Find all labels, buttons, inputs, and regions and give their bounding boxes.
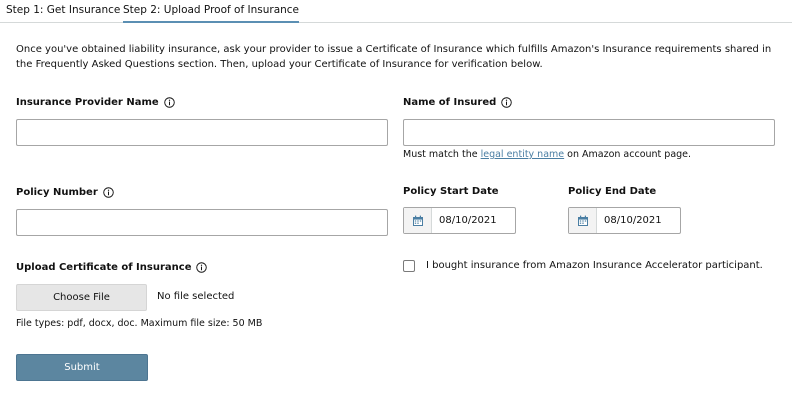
amazon-insurance-accelerator-label[interactable]: I bought insurance from Amazon Insurance… bbox=[426, 260, 763, 271]
provider-name-label: Insurance Provider Name bbox=[16, 97, 175, 108]
upload-certificate-label-text: Upload Certificate of Insurance bbox=[16, 262, 192, 273]
insured-name-input[interactable] bbox=[403, 119, 775, 146]
policy-end-date-picker[interactable]: 08/10/2021 bbox=[568, 207, 681, 234]
hint-text-post: on Amazon account page. bbox=[564, 149, 692, 160]
policy-end-date-label-text: Policy End Date bbox=[568, 186, 657, 197]
step-tabs: Step 1: Get Insurance Step 2: Upload Pro… bbox=[0, 0, 792, 23]
legal-entity-name-link[interactable]: legal entity name bbox=[481, 149, 565, 160]
insured-name-label: Name of Insured bbox=[403, 97, 513, 108]
calendar-icon[interactable] bbox=[569, 208, 597, 233]
info-icon[interactable] bbox=[163, 97, 175, 108]
insured-name-label-text: Name of Insured bbox=[403, 97, 497, 108]
policy-start-date-label: Policy Start Date bbox=[403, 186, 499, 197]
provider-name-input[interactable] bbox=[16, 119, 388, 146]
policy-start-date-value[interactable]: 08/10/2021 bbox=[432, 208, 497, 233]
tab-upload-proof[interactable]: Step 2: Upload Proof of Insurance bbox=[123, 4, 300, 23]
file-types-hint: File types: pdf, docx, doc. Maximum file… bbox=[16, 318, 263, 329]
choose-file-button[interactable]: Choose File bbox=[16, 284, 147, 311]
policy-end-date-value[interactable]: 08/10/2021 bbox=[597, 208, 662, 233]
policy-number-label-text: Policy Number bbox=[16, 187, 98, 198]
policy-start-date-picker[interactable]: 08/10/2021 bbox=[403, 207, 516, 234]
upload-certificate-label: Upload Certificate of Insurance bbox=[16, 262, 208, 273]
policy-end-date-label: Policy End Date bbox=[568, 186, 656, 197]
info-icon[interactable] bbox=[501, 97, 513, 108]
policy-number-label: Policy Number bbox=[16, 187, 114, 198]
tab-get-insurance[interactable]: Step 1: Get Insurance bbox=[6, 4, 120, 16]
info-icon[interactable] bbox=[103, 187, 114, 198]
intro-text: Once you've obtained liability insurance… bbox=[16, 44, 772, 70]
insured-name-hint: Must match the legal entity name on Amaz… bbox=[403, 149, 691, 160]
submit-button[interactable]: Submit bbox=[16, 354, 148, 381]
info-icon[interactable] bbox=[196, 262, 208, 273]
amazon-insurance-accelerator-checkbox[interactable] bbox=[403, 260, 415, 272]
policy-start-date-label-text: Policy Start Date bbox=[403, 186, 499, 197]
policy-number-input[interactable] bbox=[16, 209, 388, 236]
provider-name-label-text: Insurance Provider Name bbox=[16, 97, 159, 108]
calendar-icon[interactable] bbox=[404, 208, 432, 233]
file-status: No file selected bbox=[157, 291, 235, 302]
hint-text-pre: Must match the bbox=[403, 149, 481, 160]
